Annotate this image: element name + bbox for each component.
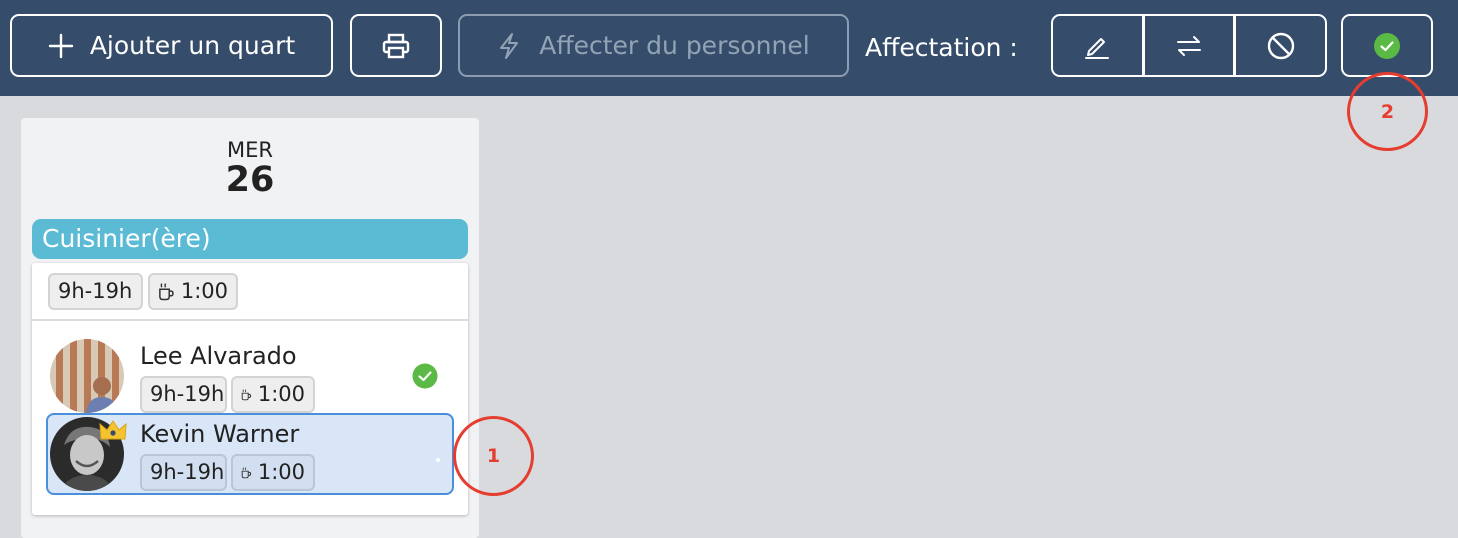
lightning-icon	[500, 32, 519, 59]
ban-icon	[1267, 32, 1294, 59]
employee-break-chip: 1:00	[231, 376, 315, 413]
employee-hours-chip: 9h-19h	[140, 376, 227, 413]
shift-hours: 9h-19h	[58, 279, 133, 303]
annotation-marker-1: 1	[453, 416, 534, 496]
employee-name: Kevin Warner	[140, 420, 300, 448]
add-shift-label: Ajouter un quart	[89, 31, 296, 60]
day-weekday: MER	[227, 138, 273, 162]
swap-filter-button[interactable]	[1141, 16, 1234, 75]
shift-hours-chip: 9h-19h	[48, 273, 143, 310]
coffee-icon	[159, 282, 174, 300]
role-header[interactable]: Cuisinier(ère)	[32, 219, 468, 259]
confirmed-filter-button[interactable]	[1341, 14, 1433, 77]
employee-hours-chip: 9h-19h	[140, 454, 227, 491]
coffee-icon	[241, 388, 252, 400]
employee-hours: 9h-19h	[150, 382, 225, 406]
printer-icon	[382, 33, 410, 58]
shift-break-chip: 1:00	[148, 273, 238, 310]
declined-filter-button[interactable]	[1233, 16, 1325, 75]
pencil-icon	[1085, 37, 1110, 59]
assignment-filter-group	[1051, 14, 1327, 77]
pending-status-dot	[436, 458, 440, 462]
card-divider	[32, 319, 468, 321]
check-circle-icon	[1374, 32, 1400, 59]
crown-icon	[99, 420, 127, 440]
edit-filter-button[interactable]	[1053, 16, 1142, 75]
employee-break: 1:00	[257, 460, 305, 484]
avatar	[50, 339, 124, 413]
assignment-label: Affectation :	[865, 33, 1018, 62]
toolbar: Ajouter un quart Affecter du personnel A…	[0, 0, 1458, 96]
annotation-marker-2: 2	[1347, 72, 1428, 151]
coffee-icon	[241, 466, 252, 478]
assign-staff-label: Affecter du personnel	[539, 31, 810, 60]
employee-break: 1:00	[257, 382, 305, 406]
add-shift-button[interactable]: Ajouter un quart	[10, 14, 333, 77]
assign-staff-button[interactable]: Affecter du personnel	[458, 14, 849, 77]
swap-icon	[1177, 35, 1201, 56]
check-circle-icon	[412, 363, 438, 389]
employee-name: Lee Alvarado	[140, 342, 297, 370]
employee-break-chip: 1:00	[231, 454, 315, 491]
print-button[interactable]	[350, 14, 442, 77]
plus-icon	[48, 33, 74, 58]
shift-break: 1:00	[180, 279, 228, 303]
day-date: 26	[225, 160, 275, 200]
employee-hours: 9h-19h	[150, 460, 225, 484]
